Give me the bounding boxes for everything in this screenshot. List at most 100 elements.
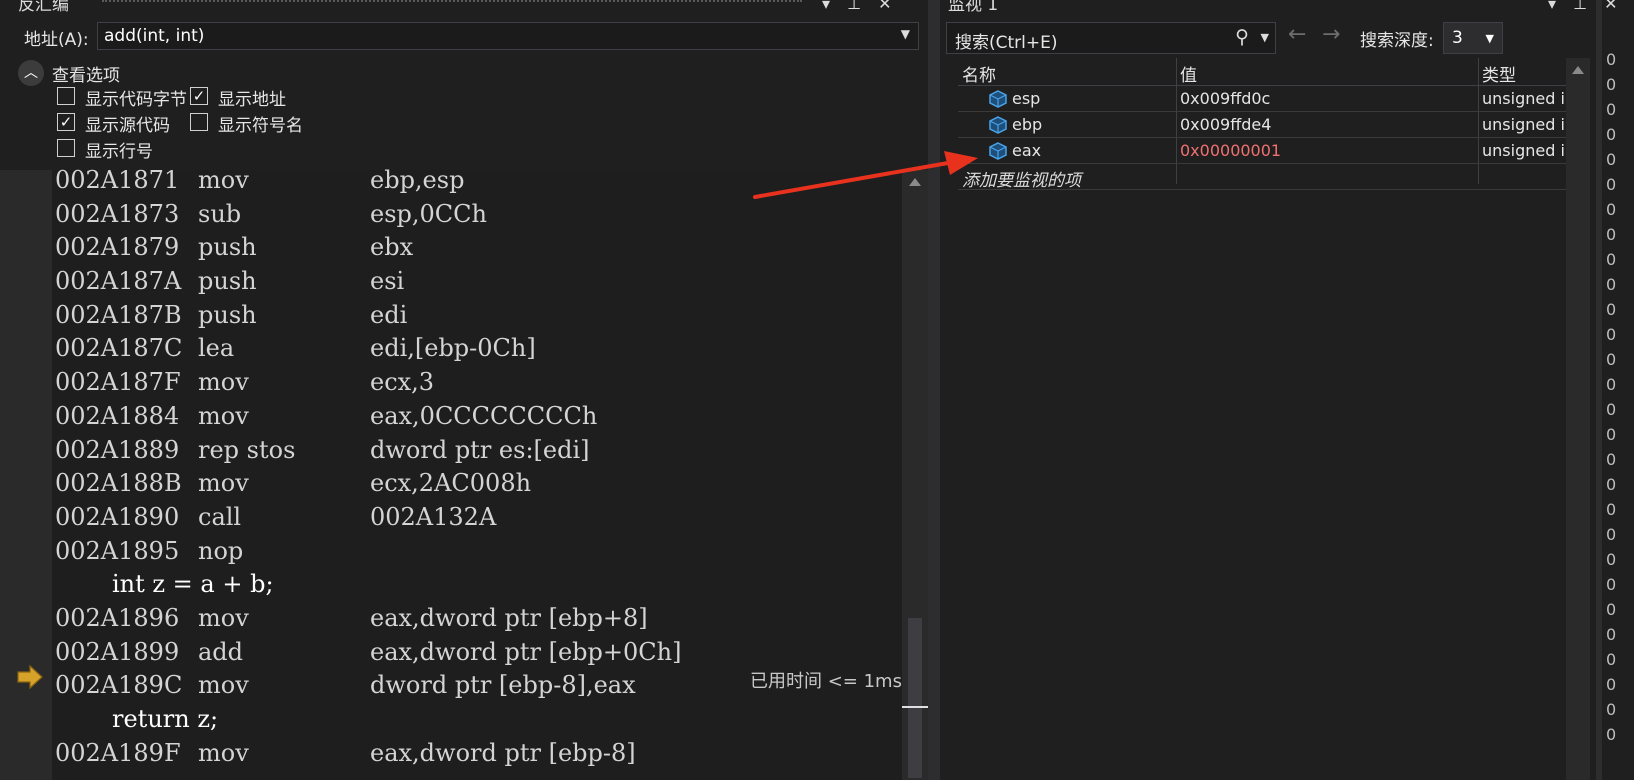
search-depth-select[interactable]: 3 ▼	[1443, 22, 1503, 54]
disassembly-scrollbar[interactable]	[902, 170, 928, 780]
source-line[interactable]: int z = a + b;	[112, 570, 274, 602]
checkbox-show-address[interactable]: ✓	[190, 87, 208, 105]
elapsed-time-hint: 已用时间 <= 1ms	[750, 671, 902, 692]
asm-address: 002A188B	[55, 469, 182, 497]
watch-row[interactable]: esp 0x009ffd0c unsigned int	[958, 86, 1581, 112]
asm-address: 002A187B	[55, 301, 182, 329]
arrow-right-icon[interactable]: →	[1322, 22, 1340, 47]
search-depth-value: 3	[1452, 28, 1463, 48]
edge-column-glyph: 0	[1606, 100, 1617, 119]
checkbox-show-code-bytes[interactable]	[57, 87, 75, 105]
asm-operands: 002A132A	[370, 503, 497, 531]
asm-address: 002A1895	[55, 537, 180, 565]
edge-column-glyph: 0	[1606, 250, 1617, 269]
edge-column-glyph: 0	[1606, 175, 1617, 194]
close-button[interactable]: ✕	[878, 0, 891, 13]
watch-window: 监视 1 ▾ ⊥ ✕ 搜索(Ctrl+E) ⚲ ▼ ← → 搜索深度: 3 ▼ …	[940, 0, 1634, 780]
asm-address: 002A1896	[55, 604, 180, 632]
asm-operands: dword ptr [ebp-8],eax	[370, 671, 636, 699]
edge-column-glyph: 0	[1606, 725, 1617, 744]
source-line[interactable]: return z;	[112, 705, 218, 737]
instruction-pointer-arrow-icon	[17, 664, 43, 690]
title-drag-handle[interactable]	[102, 0, 802, 4]
address-label: 地址(A):	[24, 30, 89, 50]
edge-column-glyph: 0	[1606, 675, 1617, 694]
scrollbar-thumb[interactable]	[908, 618, 922, 778]
edge-column-glyph: 0	[1606, 200, 1617, 219]
window-title-buttons: ▾ ⊥ ✕	[810, 0, 892, 13]
column-header-name[interactable]: 名称	[962, 61, 996, 86]
edge-column-glyph: 0	[1606, 525, 1617, 544]
column-header-value[interactable]: 值	[1180, 61, 1197, 86]
asm-operands: ecx,3	[370, 368, 435, 396]
edge-column-glyph: 0	[1606, 425, 1617, 444]
edge-column-glyph: 0	[1606, 125, 1617, 144]
asm-operands: esi	[370, 267, 405, 295]
checkbox-show-symbol-names[interactable]	[190, 113, 208, 131]
asm-address: 002A1879	[55, 233, 180, 261]
search-placeholder: 搜索(Ctrl+E)	[955, 33, 1058, 53]
asm-operands: eax,0CCCCCCCCh	[370, 402, 598, 430]
arrow-left-icon[interactable]: ←	[1288, 22, 1306, 47]
asm-address: 002A1871	[55, 166, 180, 194]
asm-operands: edi	[370, 301, 408, 329]
chevron-up-icon[interactable]: ︿	[18, 60, 44, 86]
pin-button[interactable]: ⊥	[847, 0, 861, 13]
asm-opcode: mov	[198, 671, 249, 699]
disassembly-window: 反汇编 ▾ ⊥ ✕ 地址(A): add(int, int) ▼ ︿ 查看选项 …	[0, 0, 930, 780]
asm-address: 002A187A	[55, 267, 182, 295]
checkbox-show-source[interactable]: ✓	[57, 113, 75, 131]
search-icon[interactable]: ⚲	[1235, 26, 1249, 48]
edge-column-glyph: 0	[1606, 700, 1617, 719]
asm-operands: edi,[ebp-0Ch]	[370, 334, 536, 362]
variable-icon	[989, 116, 1007, 134]
window-menu-button[interactable]: ▾	[1548, 0, 1556, 13]
edge-column-glyph: 0	[1606, 400, 1617, 419]
asm-opcode: mov	[198, 604, 249, 632]
close-button[interactable]: ✕	[1604, 0, 1617, 13]
edge-column-glyph: 0	[1606, 350, 1617, 369]
edge-column-glyph: 0	[1606, 625, 1617, 644]
watch-grid-header: 名称 值 类型	[958, 58, 1566, 86]
asm-opcode: mov	[198, 469, 249, 497]
asm-opcode: lea	[198, 334, 235, 362]
column-header-type[interactable]: 类型	[1482, 61, 1516, 86]
watch-row-value-changed[interactable]: 0x00000001	[1180, 141, 1281, 160]
edge-column-glyph: 0	[1606, 325, 1617, 344]
edge-column-glyph: 0	[1606, 575, 1617, 594]
chevron-down-icon[interactable]: ▼	[1486, 32, 1494, 45]
window-menu-button[interactable]: ▾	[822, 0, 830, 13]
edge-column-glyph: 0	[1606, 75, 1617, 94]
chevron-down-icon[interactable]: ▼	[901, 27, 910, 41]
watch-row[interactable]: eax 0x00000001 unsigned int	[958, 138, 1581, 164]
asm-opcode: rep stos	[198, 436, 296, 464]
asm-operands: ebp,esp	[370, 166, 465, 194]
pane-splitter[interactable]	[928, 0, 940, 780]
asm-address: 002A1890	[55, 503, 180, 531]
asm-opcode: mov	[198, 739, 249, 767]
asm-opcode: mov	[198, 166, 249, 194]
address-combobox[interactable]: add(int, int) ▼	[97, 22, 919, 50]
edge-column-glyph: 0	[1606, 450, 1617, 469]
address-value: add(int, int)	[104, 26, 205, 46]
search-depth-label: 搜索深度:	[1360, 31, 1434, 51]
watch-row-value[interactable]: 0x009ffde4	[1180, 115, 1271, 134]
disassembly-title: 反汇编	[18, 0, 69, 15]
add-watch-item-prompt[interactable]: 添加要监视的项	[962, 166, 1081, 191]
asm-opcode: push	[198, 267, 257, 295]
chevron-down-icon[interactable]: ▼	[1261, 31, 1269, 44]
watch-row-value[interactable]: 0x009ffd0c	[1180, 89, 1270, 108]
edge-column-glyph: 0	[1606, 300, 1617, 319]
watch-row[interactable]: ebp 0x009ffde4 unsigned int	[958, 112, 1581, 138]
watch-search-input[interactable]: 搜索(Ctrl+E) ⚲ ▼	[946, 22, 1276, 54]
option-label: 显示行号	[85, 142, 153, 162]
asm-address: 002A189C	[55, 671, 183, 699]
checkbox-show-line-numbers[interactable]	[57, 139, 75, 157]
watch-scrollbar[interactable]	[1566, 58, 1590, 780]
watch-add-item-row[interactable]: 添加要监视的项	[958, 164, 1566, 191]
scroll-up-arrow-icon[interactable]	[1572, 66, 1584, 74]
pin-button[interactable]: ⊥	[1573, 0, 1587, 13]
asm-address: 002A187C	[55, 334, 183, 362]
option-label: 显示代码字节	[85, 90, 187, 110]
scroll-up-arrow-icon[interactable]	[909, 178, 921, 186]
